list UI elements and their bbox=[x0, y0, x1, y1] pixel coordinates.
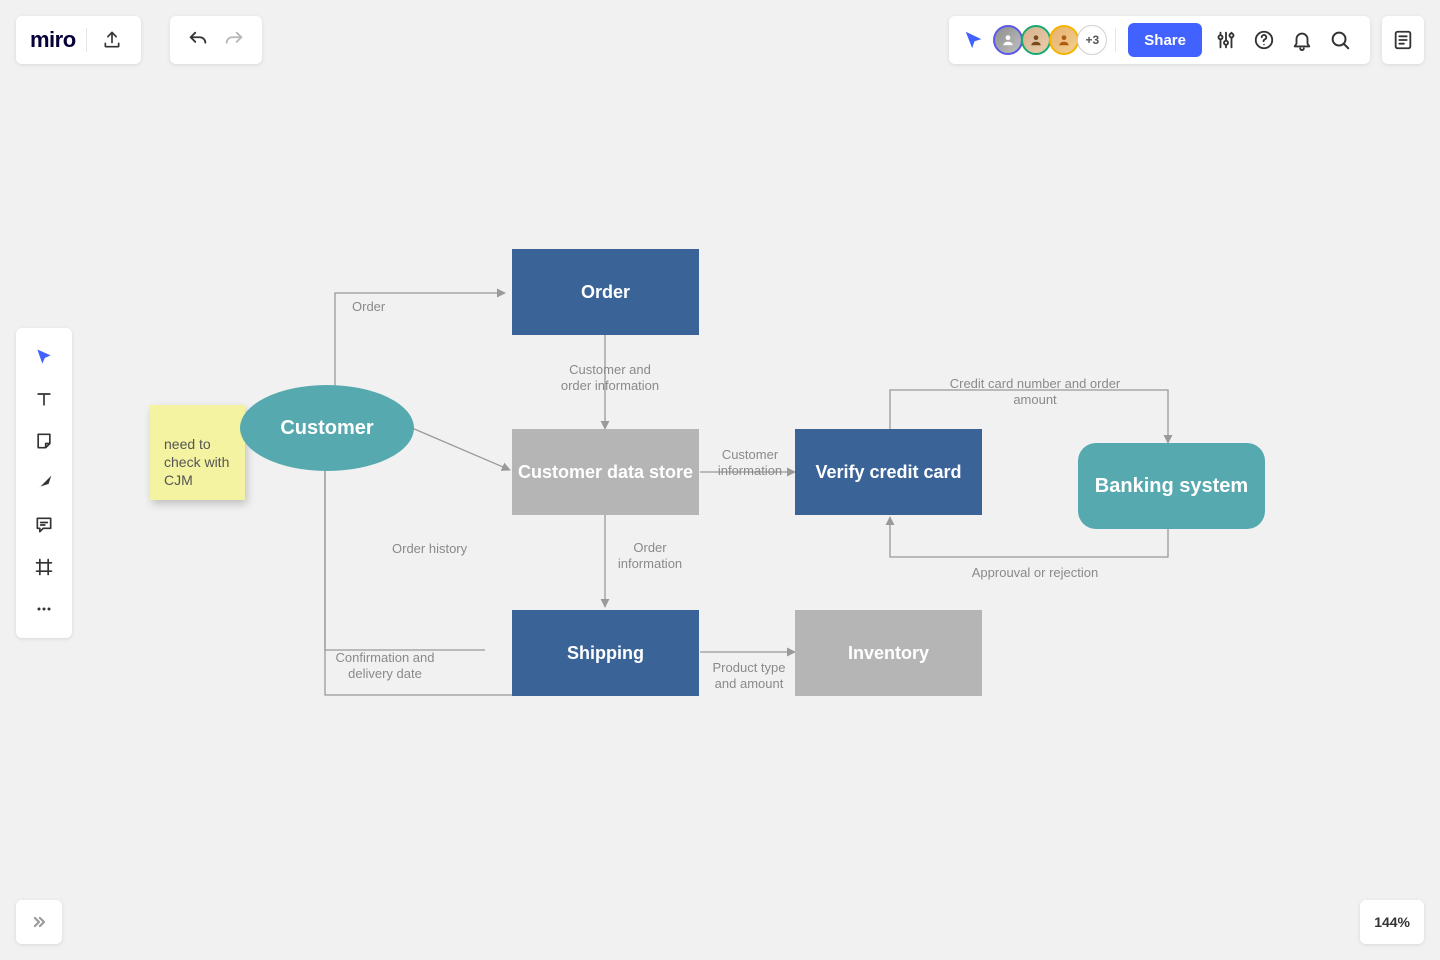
edge-label: Order information bbox=[610, 540, 690, 571]
sticky-text: need to check with CJM bbox=[164, 436, 229, 488]
zoom-level[interactable]: 144% bbox=[1360, 900, 1424, 944]
edge-label: Product type and amount bbox=[704, 660, 794, 691]
edge-label: Credit card number and order amount bbox=[930, 376, 1140, 407]
cursor-collab-icon[interactable] bbox=[957, 29, 991, 51]
node-label: Customer bbox=[280, 417, 373, 440]
node-label: Banking system bbox=[1095, 475, 1248, 498]
redo-icon[interactable] bbox=[216, 16, 252, 64]
avatar-2[interactable] bbox=[1021, 25, 1051, 55]
miro-logo[interactable]: miro bbox=[30, 27, 76, 53]
frame-tool-icon[interactable] bbox=[16, 546, 72, 588]
notes-panel[interactable] bbox=[1382, 16, 1424, 64]
avatar-more[interactable]: +3 bbox=[1077, 25, 1107, 55]
export-icon[interactable] bbox=[97, 16, 127, 64]
comment-tool-icon[interactable] bbox=[16, 504, 72, 546]
avatar-3[interactable] bbox=[1049, 25, 1079, 55]
top-right-group: +3 Share bbox=[949, 16, 1424, 64]
divider bbox=[86, 28, 87, 52]
edge-label: Confirmation and delivery date bbox=[330, 650, 440, 681]
undo-icon[interactable] bbox=[180, 16, 216, 64]
undo-redo-panel bbox=[170, 16, 262, 64]
node-label: Customer data store bbox=[518, 462, 693, 483]
edge-label: Order bbox=[352, 299, 385, 315]
avatar-1[interactable] bbox=[993, 25, 1023, 55]
notification-bell-icon[interactable] bbox=[1284, 16, 1320, 64]
sticky-note[interactable]: need to check with CJM bbox=[150, 405, 245, 500]
edge-label: Approuval or rejection bbox=[960, 565, 1110, 581]
divider bbox=[1115, 28, 1116, 52]
node-customer[interactable]: Customer bbox=[240, 385, 414, 471]
node-label: Inventory bbox=[848, 643, 929, 664]
node-shipping[interactable]: Shipping bbox=[512, 610, 699, 696]
tools-toolbar bbox=[16, 328, 72, 638]
node-label: Order bbox=[581, 282, 630, 303]
arrow-tool-icon[interactable] bbox=[16, 462, 72, 504]
select-tool-icon[interactable] bbox=[16, 336, 72, 378]
sticky-tool-icon[interactable] bbox=[16, 420, 72, 462]
text-tool-icon[interactable] bbox=[16, 378, 72, 420]
node-label: Shipping bbox=[567, 643, 644, 664]
node-banking-system[interactable]: Banking system bbox=[1078, 443, 1265, 529]
node-verify-credit-card[interactable]: Verify credit card bbox=[795, 429, 982, 515]
logo-panel: miro bbox=[16, 16, 141, 64]
node-inventory[interactable]: Inventory bbox=[795, 610, 982, 696]
node-label: Verify credit card bbox=[815, 462, 961, 483]
node-order[interactable]: Order bbox=[512, 249, 699, 335]
search-icon[interactable] bbox=[1322, 16, 1358, 64]
share-button[interactable]: Share bbox=[1128, 23, 1202, 57]
expand-panel-icon[interactable] bbox=[16, 900, 62, 944]
settings-icon[interactable] bbox=[1208, 16, 1244, 64]
diagram-canvas: need to check with CJM bbox=[0, 0, 1440, 960]
help-icon[interactable] bbox=[1246, 16, 1282, 64]
collab-share-panel: +3 Share bbox=[949, 16, 1370, 64]
more-tools-icon[interactable] bbox=[16, 588, 72, 630]
node-customer-data-store[interactable]: Customer data store bbox=[512, 429, 699, 515]
edge-label: Order history bbox=[392, 541, 467, 557]
edge-label: Customer information bbox=[710, 447, 790, 478]
edge-label: Customer and order information bbox=[555, 362, 665, 393]
